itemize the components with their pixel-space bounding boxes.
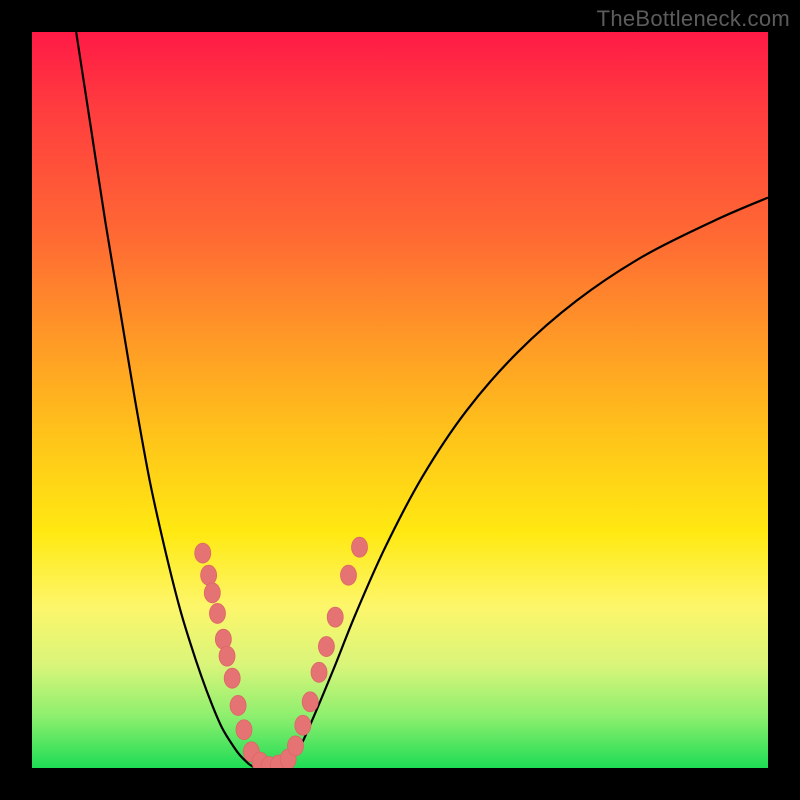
watermark-text: TheBottleneck.com <box>597 6 790 32</box>
plot-area <box>32 32 768 768</box>
data-marker <box>195 543 211 563</box>
data-marker <box>230 695 246 715</box>
data-marker <box>295 715 311 735</box>
data-marker <box>327 607 343 627</box>
data-marker <box>340 565 356 585</box>
marker-group <box>195 537 368 768</box>
data-marker <box>219 646 235 666</box>
data-marker <box>224 668 240 688</box>
chart-svg <box>32 32 768 768</box>
data-marker <box>287 736 303 756</box>
curve-right <box>290 198 768 765</box>
data-marker <box>204 583 220 603</box>
data-marker <box>352 537 368 557</box>
data-marker <box>236 720 252 740</box>
data-marker <box>318 637 334 657</box>
data-marker <box>302 692 318 712</box>
data-marker <box>201 565 217 585</box>
data-marker <box>311 662 327 682</box>
data-marker <box>209 603 225 623</box>
chart-frame: TheBottleneck.com <box>0 0 800 800</box>
